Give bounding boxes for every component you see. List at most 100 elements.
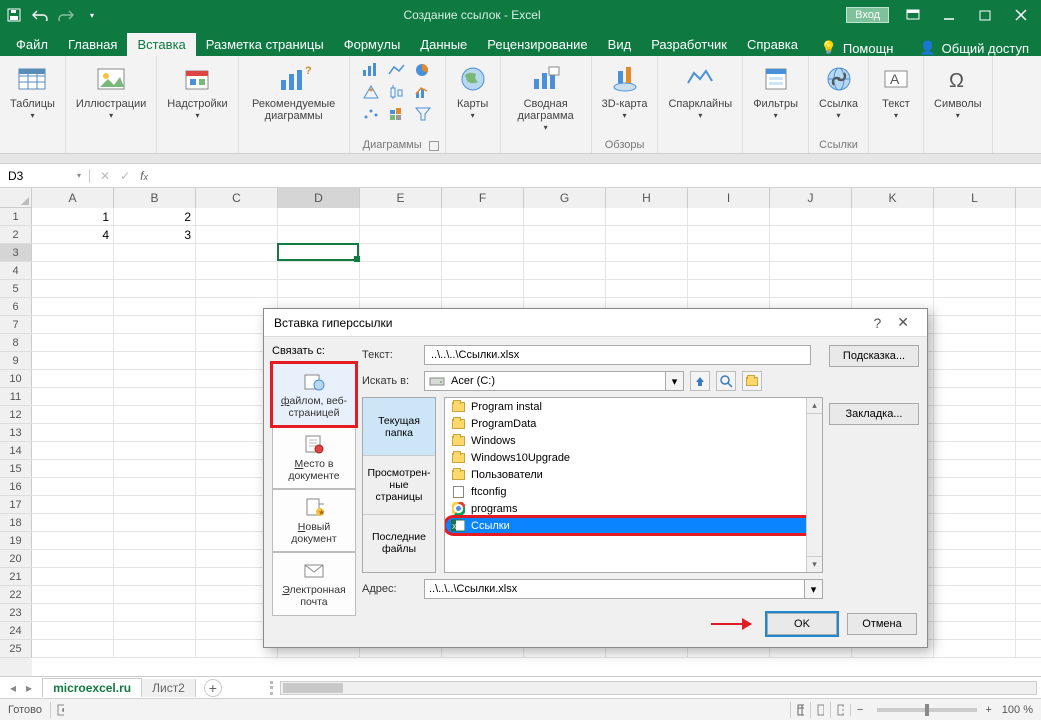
file-item[interactable]: Windows (445, 432, 822, 449)
row-header-13[interactable]: 13 (0, 424, 32, 442)
filters-button[interactable]: Фильтры▾ (749, 60, 802, 123)
new-sheet-button[interactable]: + (204, 679, 222, 697)
cell-I2[interactable] (688, 226, 770, 244)
cell-B19[interactable] (114, 532, 196, 550)
row-header-14[interactable]: 14 (0, 442, 32, 460)
cell-L15[interactable] (934, 460, 1016, 478)
cell-B25[interactable] (114, 640, 196, 658)
cell-B5[interactable] (114, 280, 196, 298)
cell-B1[interactable]: 2 (114, 208, 196, 226)
cell-J1[interactable] (770, 208, 852, 226)
cell-B6[interactable] (114, 298, 196, 316)
file-list[interactable]: Program instalProgramDataWindowsWindows1… (444, 397, 823, 573)
cell-M23[interactable] (1016, 604, 1041, 622)
chart-funnel-icon[interactable] (413, 104, 433, 124)
row-headers[interactable]: 1234567891011121314151617181920212223242… (0, 208, 32, 676)
cell-C4[interactable] (196, 262, 278, 280)
address-input[interactable]: ..\..\..\Ссылки.xlsx▾ (424, 579, 823, 599)
view-tab-2[interactable]: Последние файлы (363, 515, 435, 572)
ribtab-вставка[interactable]: Вставка (127, 33, 195, 56)
cell-H2[interactable] (606, 226, 688, 244)
screentip-button[interactable]: Подсказка... (829, 345, 919, 367)
cell-G4[interactable] (524, 262, 606, 280)
cell-B8[interactable] (114, 334, 196, 352)
col-header-A[interactable]: A (32, 188, 114, 208)
macro-record-icon[interactable] (50, 702, 70, 718)
cell-K4[interactable] (852, 262, 934, 280)
cell-L11[interactable] (934, 388, 1016, 406)
cell-M25[interactable] (1016, 640, 1041, 658)
chevron-down-icon[interactable]: ▾ (804, 580, 822, 598)
file-item[interactable]: XСсылки (445, 517, 822, 534)
browse-web-icon[interactable] (716, 371, 736, 391)
cell-C2[interactable] (196, 226, 278, 244)
sparklines-button[interactable]: Спарклайны▾ (664, 60, 736, 123)
cell-B4[interactable] (114, 262, 196, 280)
text-button[interactable]: AТекст▾ (875, 60, 917, 123)
cell-L20[interactable] (934, 550, 1016, 568)
col-header-F[interactable]: F (442, 188, 524, 208)
ribtab-данные[interactable]: Данные (410, 33, 477, 56)
cell-E5[interactable] (360, 280, 442, 298)
row-header-3[interactable]: 3 (0, 244, 32, 262)
close-icon[interactable] (1009, 3, 1033, 27)
cell-L16[interactable] (934, 478, 1016, 496)
cell-A19[interactable] (32, 532, 114, 550)
row-header-10[interactable]: 10 (0, 370, 32, 388)
cell-B18[interactable] (114, 514, 196, 532)
row-header-7[interactable]: 7 (0, 316, 32, 334)
ribtab-файл[interactable]: Файл (6, 33, 58, 56)
qat-customize-icon[interactable]: ▾ (84, 7, 100, 23)
cell-A17[interactable] (32, 496, 114, 514)
col-header-G[interactable]: G (524, 188, 606, 208)
col-header-M[interactable]: M (1016, 188, 1041, 208)
cell-H1[interactable] (606, 208, 688, 226)
sheet-tab-active[interactable]: microexcel.ru (42, 678, 142, 697)
dialog-help-icon[interactable]: ? (865, 315, 889, 331)
bookmark-button[interactable]: Закладка... (829, 403, 919, 425)
cell-M1[interactable] (1016, 208, 1041, 226)
file-item[interactable]: ftconfig (445, 483, 822, 500)
row-header-16[interactable]: 16 (0, 478, 32, 496)
cell-A9[interactable] (32, 352, 114, 370)
cell-A11[interactable] (32, 388, 114, 406)
cell-B14[interactable] (114, 442, 196, 460)
row-header-5[interactable]: 5 (0, 280, 32, 298)
link-category-file-web[interactable]: файлом, веб-страницей (272, 363, 356, 426)
link-category-newdoc[interactable]: ★Новый документ (272, 489, 356, 552)
maximize-icon[interactable] (973, 3, 997, 27)
cell-A14[interactable] (32, 442, 114, 460)
cell-K1[interactable] (852, 208, 934, 226)
cell-M21[interactable] (1016, 568, 1041, 586)
cell-B21[interactable] (114, 568, 196, 586)
col-header-B[interactable]: B (114, 188, 196, 208)
cell-D3[interactable] (278, 244, 360, 262)
cell-M12[interactable] (1016, 406, 1041, 424)
ribtab-разметка страницы[interactable]: Разметка страницы (196, 33, 334, 56)
cell-B23[interactable] (114, 604, 196, 622)
link-category-place[interactable]: Место в документе (272, 426, 356, 489)
cell-M22[interactable] (1016, 586, 1041, 604)
maps-button[interactable]: Карты▾ (452, 60, 494, 123)
cell-B22[interactable] (114, 586, 196, 604)
up-one-level-icon[interactable] (690, 371, 710, 391)
cell-L12[interactable] (934, 406, 1016, 424)
cell-M14[interactable] (1016, 442, 1041, 460)
chevron-down-icon[interactable]: ▾ (665, 372, 683, 390)
chart-stat-icon[interactable] (387, 82, 407, 102)
select-all-button[interactable] (0, 188, 32, 208)
cell-A16[interactable] (32, 478, 114, 496)
chart-surface-icon[interactable] (387, 104, 407, 124)
cell-C1[interactable] (196, 208, 278, 226)
cell-A7[interactable] (32, 316, 114, 334)
page-break-view-icon[interactable] (830, 702, 850, 718)
cell-M9[interactable] (1016, 352, 1041, 370)
cell-B20[interactable] (114, 550, 196, 568)
cell-M13[interactable] (1016, 424, 1041, 442)
cell-H4[interactable] (606, 262, 688, 280)
sheet-tab-other[interactable]: Лист2 (142, 679, 196, 697)
row-header-8[interactable]: 8 (0, 334, 32, 352)
view-tab-0[interactable]: Текущая папка (363, 398, 435, 456)
page-layout-view-icon[interactable] (810, 702, 830, 718)
cell-L24[interactable] (934, 622, 1016, 640)
